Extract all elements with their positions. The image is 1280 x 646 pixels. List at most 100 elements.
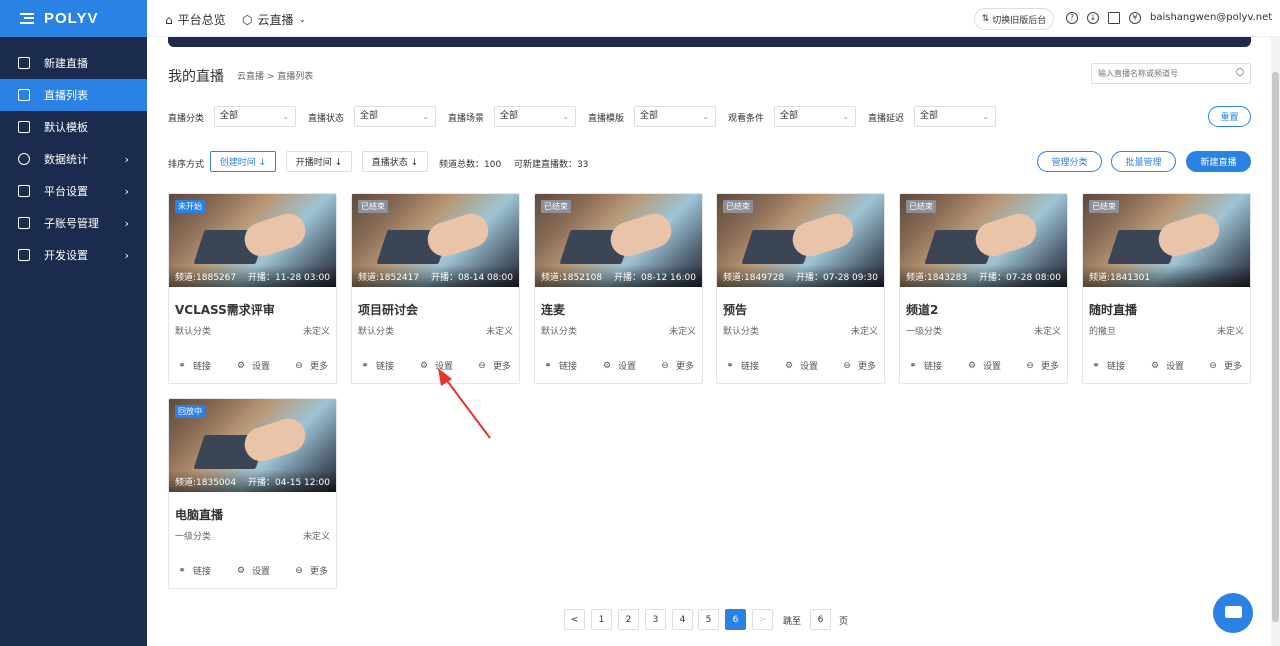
page-button-6[interactable]: 6 (725, 609, 746, 630)
help-icon[interactable]: ? (1066, 12, 1078, 24)
filter-select-category[interactable]: 全部 ⌄ (214, 106, 296, 127)
prev-page-button[interactable]: < (564, 609, 585, 630)
filter-select-template[interactable]: 全部 ⌄ (634, 106, 716, 127)
channel-title[interactable]: VCLASS需求评审 (175, 301, 275, 318)
link-label: 链接 (1107, 362, 1126, 372)
channel-thumbnail[interactable]: 未开始 频道:1885267 开播：11-28 03:00 (169, 194, 336, 287)
channel-thumbnail[interactable]: 回放中 频道:1835004 开播：04-15 12:00 (169, 399, 336, 492)
batch-manage-button[interactable]: 批量管理 (1111, 151, 1176, 172)
sidebar-item-live-list[interactable]: 直播列表 (0, 79, 147, 111)
sidebar-item-new-live[interactable]: 新建直播 (0, 47, 147, 79)
more-action[interactable]: ⊖ 更多 (1208, 359, 1242, 373)
channel-thumbnail[interactable]: 已结束 频道:1843283 开播：07-28 08:00 (900, 194, 1067, 287)
channel-category: 一级分类 (906, 327, 943, 337)
channel-card[interactable]: 已结束 频道:1852417 开播：08-14 08:00 项目研讨会 默认分类 未定义 ⚭… (351, 193, 520, 384)
settings-action[interactable]: ⚙ 设置 (236, 564, 270, 578)
more-action[interactable]: ⊖ 更多 (294, 564, 328, 578)
link-action[interactable]: ⚭ 链接 (177, 564, 211, 578)
link-action[interactable]: ⚭ 链接 (360, 359, 394, 373)
link-action[interactable]: ⚭ 链接 (908, 359, 942, 373)
settings-action[interactable]: ⚙ 设置 (1150, 359, 1184, 373)
link-action[interactable]: ⚭ 链接 (725, 359, 760, 373)
channel-number: 频道:1852417 (358, 273, 420, 283)
user-email[interactable]: baishangwen@polyv.net (1150, 12, 1272, 23)
sidebar-item-label: 子账号管理 (44, 217, 99, 230)
new-live-button[interactable]: 新建直播 (1186, 151, 1251, 172)
sort-by-start-button[interactable]: 开播时间 ↓ (286, 151, 352, 172)
sidebar-item-statistics[interactable]: 数据统计 › (0, 143, 147, 175)
next-page-button[interactable]: > (752, 609, 773, 630)
sidebar-item-platform-settings[interactable]: 平台设置 › (0, 175, 147, 207)
channel-card[interactable]: 未开始 频道:1885267 开播：11-28 03:00 VCLASS需求评审 默认分… (168, 193, 337, 384)
channel-extra: 未定义 (668, 327, 696, 337)
more-action[interactable]: ⊖ 更多 (660, 359, 694, 373)
channel-thumbnail[interactable]: 已结束 频道:1852108 开播：08-12 16:00 (535, 194, 702, 287)
channel-title[interactable]: 项目研讨会 (358, 301, 418, 318)
channel-title[interactable]: 电脑直播 (175, 506, 223, 523)
chevron-down-icon: ⌄ (282, 112, 289, 121)
filter-select-status[interactable]: 全部 ⌄ (354, 106, 436, 127)
page-title: 我的直播 (168, 69, 224, 85)
home-link[interactable]: ⌂ 平台总览 (165, 11, 226, 28)
filter-select-scene[interactable]: 全部 ⌄ (494, 106, 576, 127)
sort-by-status-button[interactable]: 直播状态 ↓ (362, 151, 428, 172)
chat-button[interactable] (1213, 593, 1253, 633)
scrollbar-thumb[interactable] (1272, 72, 1279, 622)
breadcrumb: 云直播 > 直播列表 (237, 72, 314, 82)
channel-card[interactable]: 已结束 频道:1843283 开播：07-28 08:00 频道2 一级分类 未定义 ⚭ 链接… (899, 193, 1068, 384)
page-button-3[interactable]: 3 (645, 609, 666, 630)
link-action[interactable]: ⚭ 链接 (177, 359, 211, 373)
mail-icon[interactable] (1108, 12, 1120, 24)
channel-thumbnail[interactable]: 已结束 频道:1841301 (1083, 194, 1250, 287)
reset-button[interactable]: 重置 (1208, 106, 1251, 127)
link-action[interactable]: ⚭ 链接 (543, 359, 577, 373)
channel-title[interactable]: 连麦 (541, 301, 565, 318)
channel-thumbnail[interactable]: 已结束 频道:1849728 开播：07-28 09:30 (717, 194, 884, 287)
chat-icon (1225, 606, 1242, 618)
channel-title[interactable]: 频道2 (906, 301, 938, 318)
jump-page-input[interactable]: 6 (810, 609, 831, 630)
channel-title[interactable]: 预告 (723, 301, 747, 318)
settings-action[interactable]: ⚙ 设置 (602, 359, 636, 373)
settings-action[interactable]: ⚙ 设置 (967, 359, 1001, 373)
channel-card[interactable]: 回放中 频道:1835004 开播：04-15 12:00 电脑直播 一级分类 未定义 ⚭ 链… (168, 398, 337, 589)
sidebar-item-default-template[interactable]: 默认模板 (0, 111, 147, 143)
thumbnail-arm-shape (606, 209, 676, 261)
settings-action[interactable]: ⚙ 设置 (236, 359, 271, 373)
sort-by-created-button[interactable]: 创建时间 ↓ (210, 151, 276, 172)
channel-card[interactable]: 已结束 频道:1852108 开播：08-12 16:00 连麦 默认分类 未定义 ⚭ 链接 ⚙… (534, 193, 703, 384)
page-button-2[interactable]: 2 (618, 609, 639, 630)
channel-card[interactable]: 已结束 频道:1841301 随时直播 的撒旦 未定义 ⚭ 链接 ⚙ 设置 ⊖ 更多 (1082, 193, 1251, 384)
settings-label: 设置 (252, 362, 271, 372)
link-icon: ⚭ (178, 565, 186, 576)
settings-action[interactable]: ⚙ 设置 (419, 359, 453, 373)
download-icon[interactable]: ↓ (1087, 12, 1099, 24)
channel-thumbnail[interactable]: 已结束 频道:1852417 开播：08-14 08:00 (352, 194, 519, 287)
yen-icon[interactable]: ¥ (1129, 12, 1141, 24)
settings-action[interactable]: ⚙ 设置 (784, 359, 818, 373)
channel-card[interactable]: 已结束 频道:1849728 开播：07-28 09:30 预告 默认分类 未定义 ⚭ 链接 ⚙… (716, 193, 885, 384)
link-label: 链接 (741, 362, 760, 372)
search-icon[interactable] (1236, 68, 1244, 76)
manage-category-button[interactable]: 管理分类 (1037, 151, 1102, 172)
sidebar-item-dev-settings[interactable]: 开发设置 › (0, 239, 147, 271)
page-button-1[interactable]: 1 (591, 609, 612, 630)
switch-old-version-button[interactable]: ⇅ 切换旧版后台 (974, 8, 1054, 30)
more-action[interactable]: ⊖ 更多 (294, 359, 328, 373)
status-badge: 已结束 (723, 200, 753, 213)
more-action[interactable]: ⊖ 更多 (1025, 359, 1060, 373)
more-action[interactable]: ⊖ 更多 (477, 359, 511, 373)
filter-select-watch-condition[interactable]: 全部 ⌄ (774, 106, 856, 127)
menu-toggle-icon[interactable] (20, 13, 34, 24)
search-input[interactable] (1091, 63, 1251, 84)
more-label: 更多 (1041, 362, 1060, 372)
channel-title[interactable]: 随时直播 (1089, 301, 1137, 318)
more-action[interactable]: ⊖ 更多 (842, 359, 876, 373)
product-dropdown[interactable]: ⬡ 云直播 ⌄ (242, 11, 306, 28)
scrollbar-track[interactable] (1271, 37, 1280, 646)
page-button-4[interactable]: 4 (672, 609, 693, 630)
link-action[interactable]: ⚭ 链接 (1091, 359, 1126, 373)
page-button-5[interactable]: 5 (698, 609, 719, 630)
filter-select-latency[interactable]: 全部 ⌄ (914, 106, 996, 127)
sidebar-item-sub-accounts[interactable]: 子账号管理 › (0, 207, 147, 239)
